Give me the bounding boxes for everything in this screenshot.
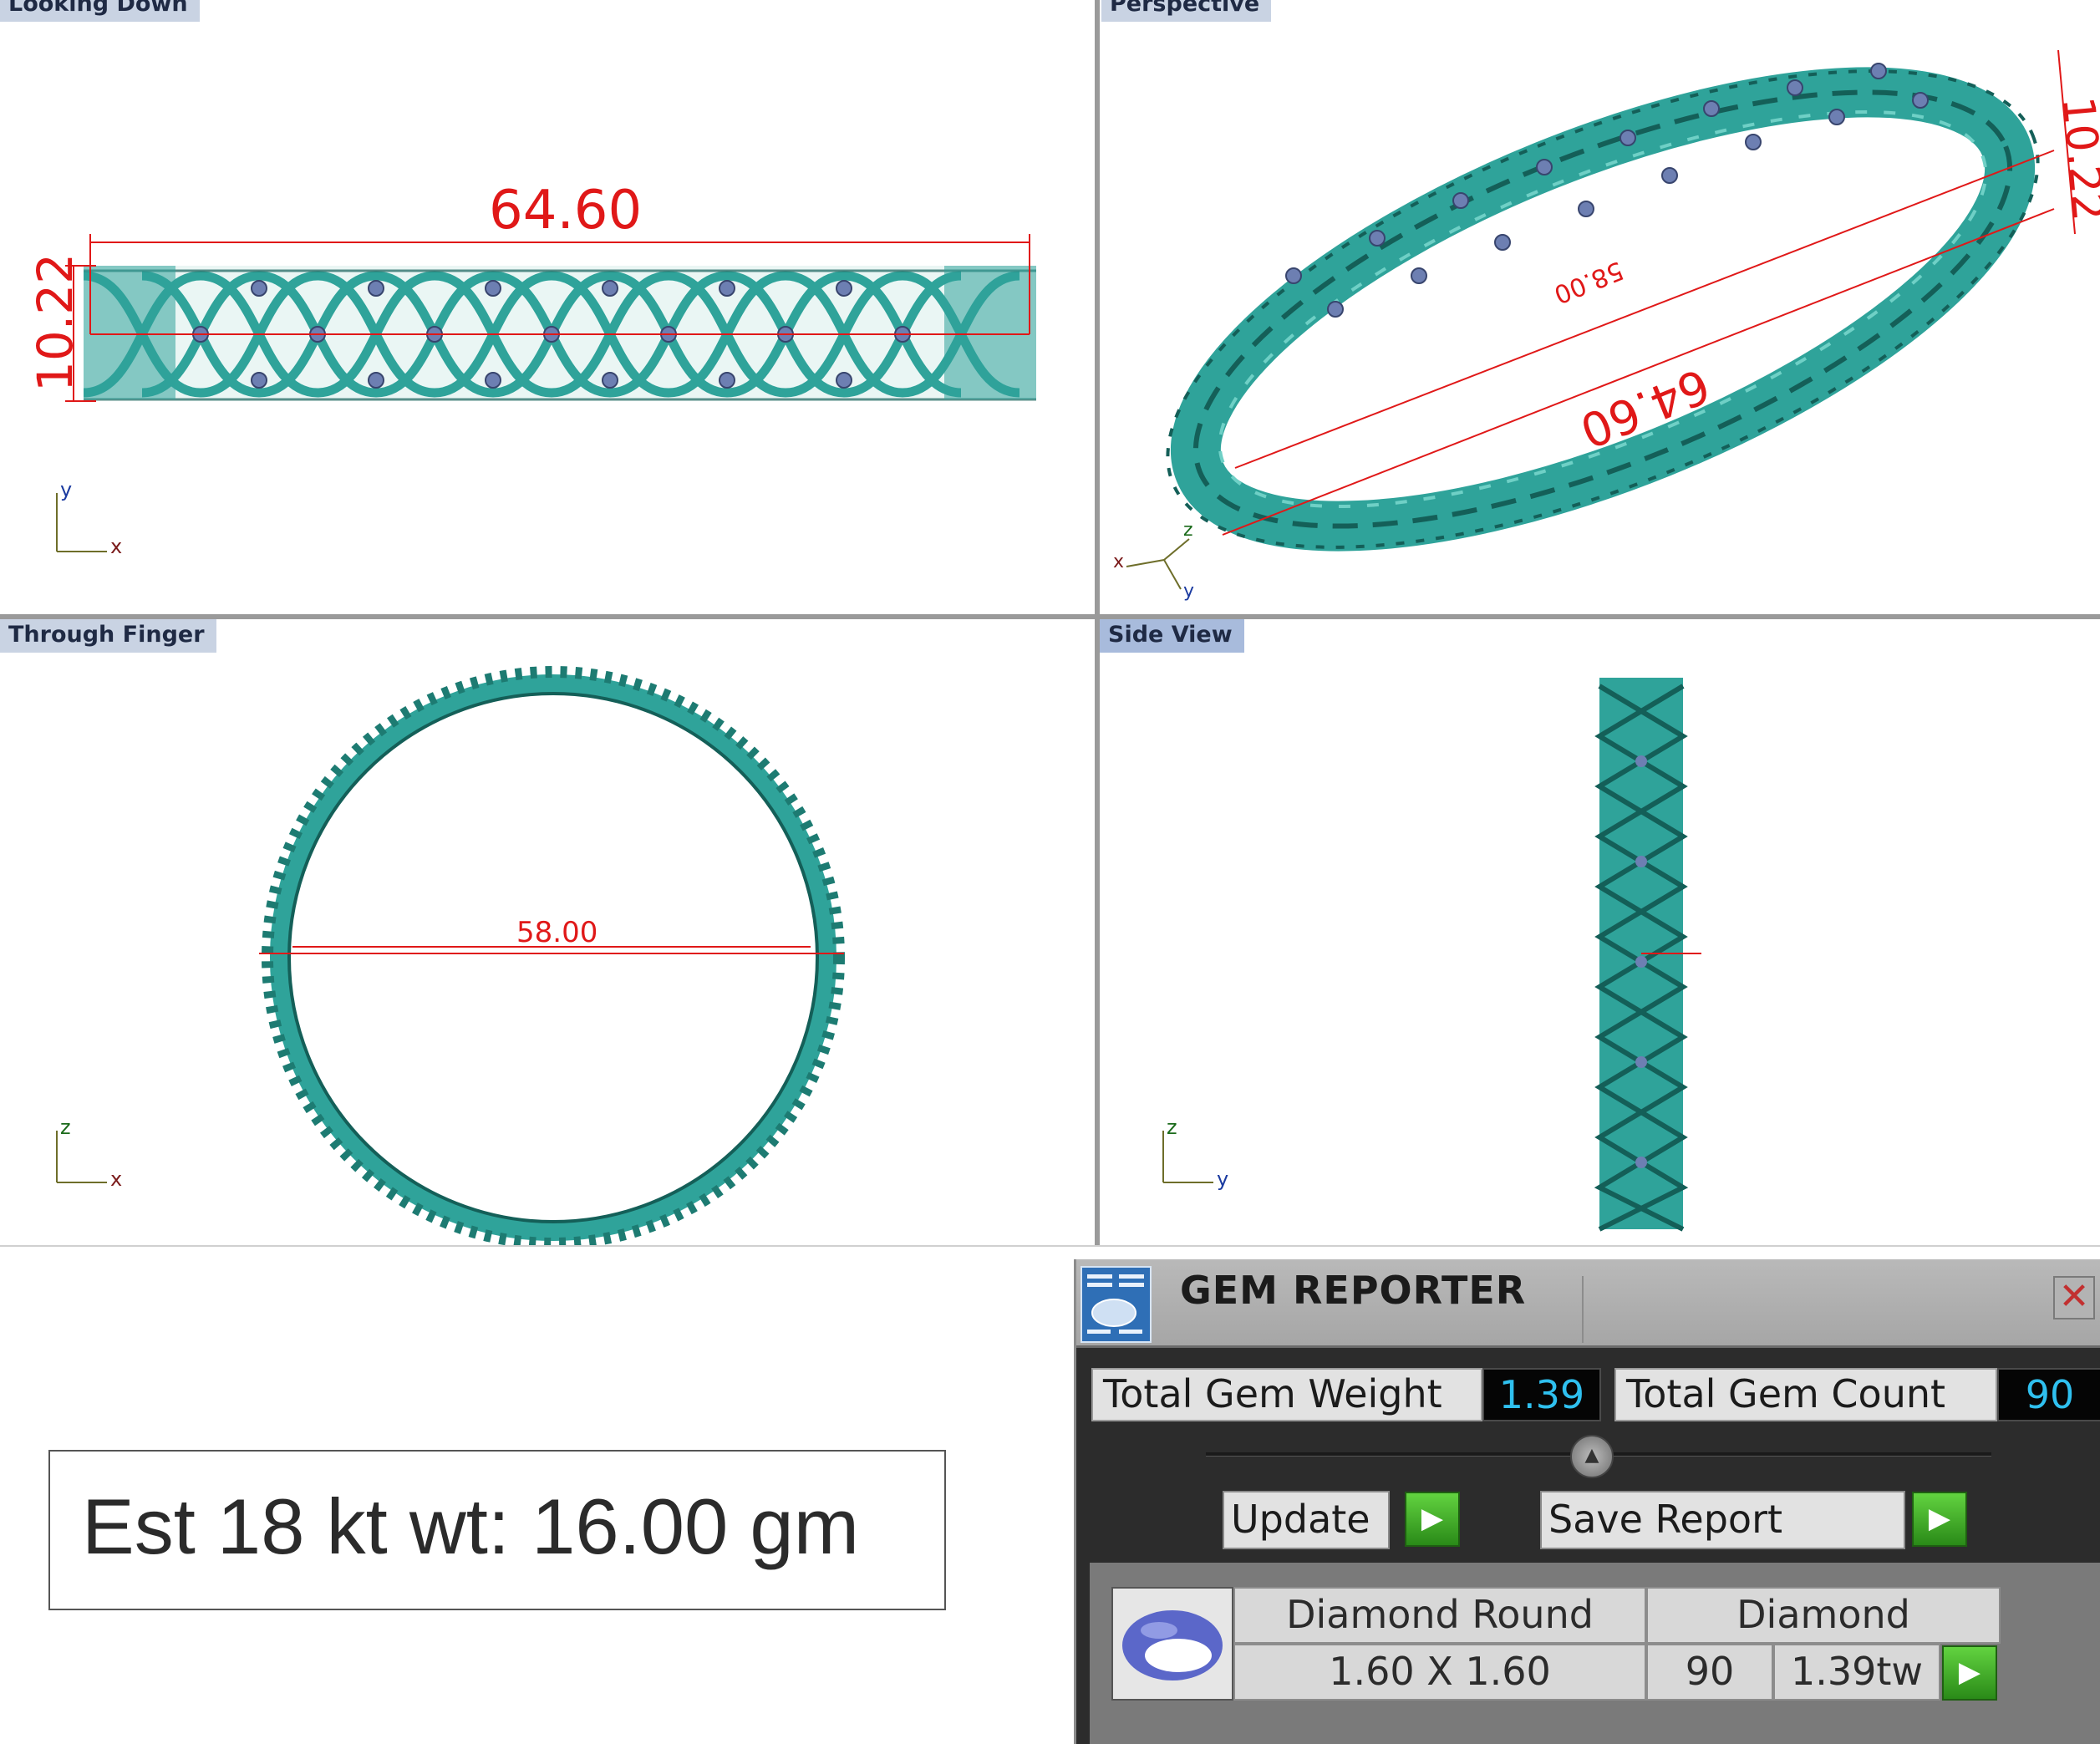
- dimension-width-label: 64.60: [489, 180, 643, 242]
- round-diamond-icon: [1111, 1587, 1233, 1701]
- gem-type-cell: Diamond: [1646, 1587, 2001, 1644]
- axis-label-z: z: [1183, 520, 1193, 541]
- close-button[interactable]: ✕: [2053, 1276, 2095, 1319]
- axis-indicator-xy: [56, 493, 107, 552]
- collapse-toggle-button[interactable]: ▲: [1570, 1435, 1614, 1478]
- gem-size-cell: 1.60 X 1.60: [1233, 1644, 1646, 1701]
- total-gem-count-value: 90: [1997, 1368, 2100, 1421]
- viewport-tab-through-finger[interactable]: Through Finger: [0, 619, 216, 653]
- header-separator: [1582, 1276, 1584, 1343]
- total-gem-weight-value: 1.39: [1482, 1368, 1601, 1421]
- looking-down-canvas: [56, 234, 1036, 552]
- viewport-perspective[interactable]: Perspective 64.60 58.00 10.22 z x y: [1101, 0, 2100, 614]
- viewport-tab-perspective[interactable]: Perspective: [1101, 0, 1272, 22]
- gem-row-go-icon[interactable]: ▶: [1942, 1645, 1997, 1701]
- axis-label-z: z: [1167, 1116, 1177, 1139]
- save-report-go-icon[interactable]: ▶: [1912, 1492, 1967, 1547]
- update-button[interactable]: Update: [1223, 1491, 1390, 1549]
- viewport-divider-bottom: [0, 1245, 2100, 1247]
- perspective-canvas: [1126, 49, 2076, 590]
- save-report-button[interactable]: Save Report: [1540, 1491, 1905, 1549]
- axis-indicator-perspective: [1126, 538, 1190, 590]
- dimension-height-label: 10.22: [27, 252, 84, 392]
- update-go-icon[interactable]: ▶: [1405, 1492, 1460, 1547]
- gem-reporter-panel: GEM REPORTER ✕ Total Gem Weight 1.39 Tot…: [1074, 1259, 2100, 1744]
- axis-label-y: y: [1183, 581, 1195, 602]
- total-gem-count-label: Total Gem Count: [1614, 1368, 1997, 1421]
- gem-reporter-icon: [1081, 1266, 1152, 1343]
- diameter-label: 58.00: [516, 916, 598, 949]
- metal-weight-box: Est 18 kt wt: 16.00 gm: [48, 1450, 946, 1610]
- axis-label-z: z: [60, 1116, 71, 1139]
- axis-label-y: y: [60, 478, 73, 501]
- gem-weight-cell: 1.39tw: [1773, 1644, 1940, 1701]
- viewport-side-view[interactable]: Side View z y: [1100, 619, 2100, 1245]
- gem-totals-row: Total Gem Weight 1.39 Total Gem Count 90: [1091, 1368, 2100, 1421]
- axis-label-y: y: [1217, 1167, 1229, 1191]
- viewport-looking-down[interactable]: Looking Down 64.60 10.22 y x: [0, 0, 1095, 614]
- viewport-tab-looking-down[interactable]: Looking Down: [0, 0, 200, 22]
- band-front-view: [262, 666, 845, 1245]
- gem-shape-cell: Diamond Round: [1233, 1587, 1646, 1644]
- band-top-view: [83, 266, 1036, 401]
- gem-reporter-title: GEM REPORTER: [1180, 1268, 1527, 1313]
- gem-reporter-header[interactable]: GEM REPORTER ✕: [1076, 1259, 2100, 1348]
- axis-label-x: x: [1113, 552, 1125, 572]
- metal-weight-text: Est 18 kt wt: 16.00 gm: [82, 1482, 859, 1570]
- total-gem-weight-label: Total Gem Weight: [1091, 1368, 1482, 1421]
- viewport-tab-side-view[interactable]: Side View: [1100, 619, 1244, 653]
- axis-label-x: x: [110, 535, 123, 558]
- viewport-through-finger[interactable]: Through Finger 58.00 z x: [0, 619, 1095, 1245]
- axis-label-x: x: [110, 1167, 123, 1191]
- side-view-canvas: [1162, 678, 1701, 1232]
- band-side-view: [1594, 678, 1701, 1232]
- gem-count-cell: 90: [1646, 1644, 1773, 1701]
